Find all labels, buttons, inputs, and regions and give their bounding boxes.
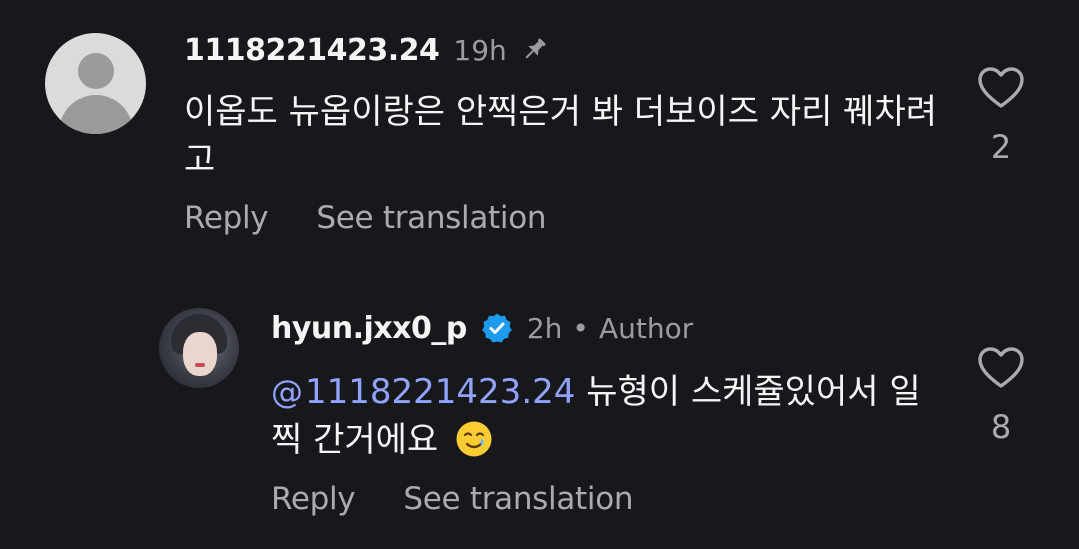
threads-mention-icon: @ xyxy=(271,373,303,411)
default-avatar[interactable] xyxy=(45,33,146,134)
comment-time: 2h xyxy=(526,311,563,345)
author-label: Author xyxy=(598,311,694,345)
comment-header: hyun.jxx0_p 2h • Author xyxy=(271,306,693,350)
user-avatar[interactable] xyxy=(159,308,239,388)
heart-icon[interactable] xyxy=(977,67,1025,114)
comment-username[interactable]: hyun.jxx0_p xyxy=(271,311,467,346)
pin-icon xyxy=(519,35,549,65)
heart-icon[interactable] xyxy=(977,347,1025,394)
avatar-face-shape xyxy=(183,332,217,376)
like-count: 2 xyxy=(990,128,1012,166)
comments-thread: 1118221423.24 19h 이옵도 뉴옵이랑은 안찍은거 봐 더보이즈 … xyxy=(0,0,1079,549)
avatar-lip-shape xyxy=(195,363,205,367)
comment-text: @1118221423.24 뉴형이 스케쥴있어서 일찍 간거에요 xyxy=(271,368,951,464)
like-count: 8 xyxy=(990,408,1012,446)
avatar-body-shape xyxy=(59,95,133,134)
verified-badge-icon xyxy=(481,312,513,344)
see-translation-button[interactable]: See translation xyxy=(403,481,633,517)
mention-username: 1118221423.24 xyxy=(305,372,576,412)
like-control: 8 xyxy=(976,346,1026,446)
comment-time: 19h xyxy=(453,33,507,67)
comment-text: 이옵도 뉴옵이랑은 안찍은거 봐 더보이즈 자리 꿰차려고 xyxy=(184,92,938,180)
comment-username[interactable]: 1118221423.24 xyxy=(184,33,440,68)
smiling-face-with-tear-icon xyxy=(455,420,493,458)
meta-separator: • xyxy=(572,311,589,345)
avatar-head-shape xyxy=(78,53,114,89)
comment-header: 1118221423.24 19h xyxy=(184,28,549,72)
comment-actions: Reply See translation xyxy=(184,200,547,236)
like-control: 2 xyxy=(976,66,1026,166)
comment-actions: Reply See translation xyxy=(271,481,634,517)
reply-button[interactable]: Reply xyxy=(184,200,269,236)
reply-button[interactable]: Reply xyxy=(271,481,356,517)
see-translation-button[interactable]: See translation xyxy=(316,200,546,236)
mention-link[interactable]: @1118221423.24 xyxy=(271,372,575,412)
